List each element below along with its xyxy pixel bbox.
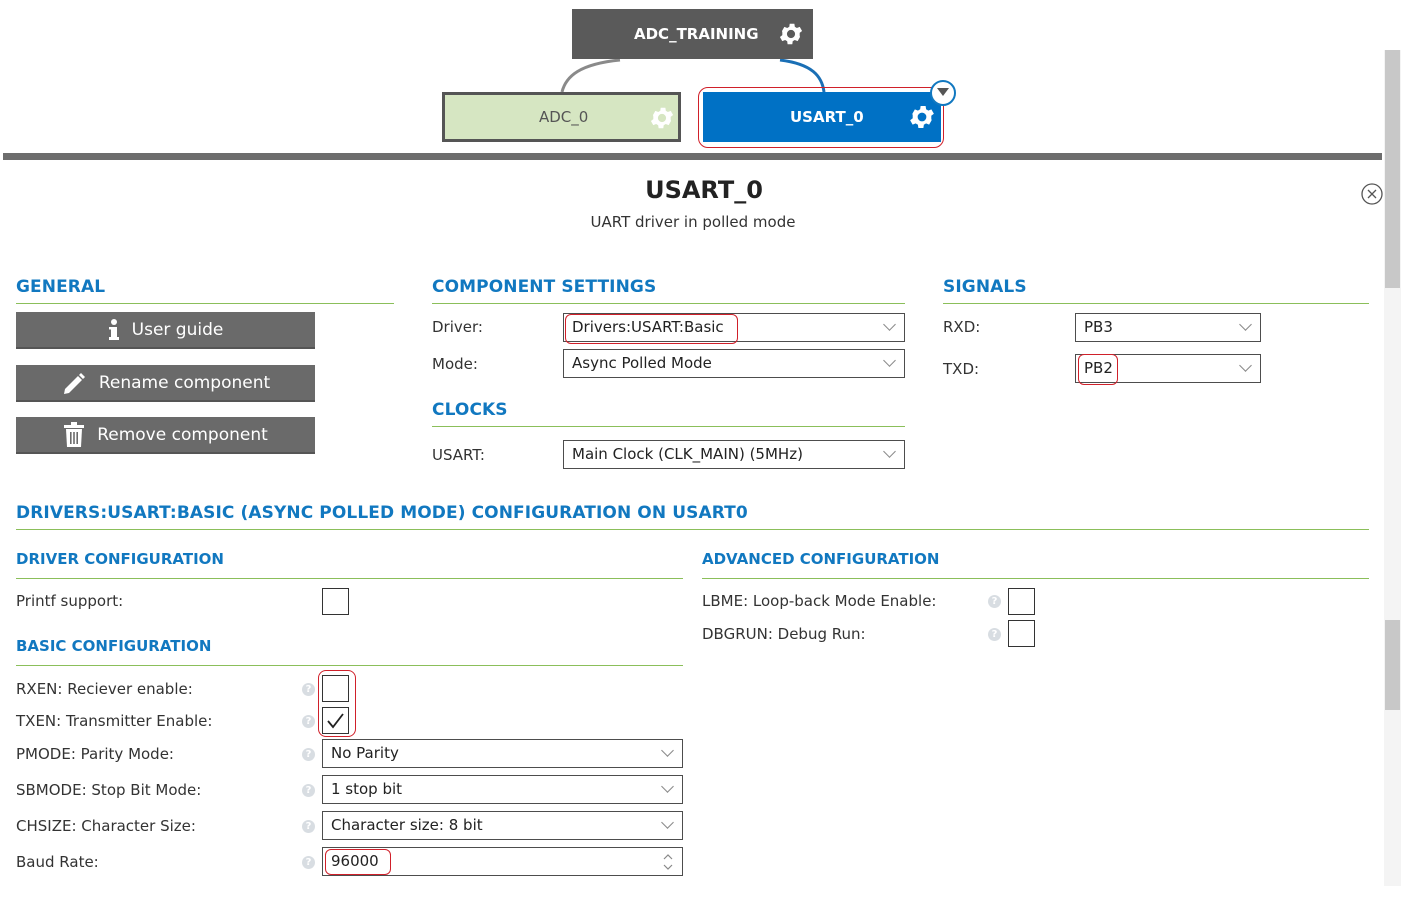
info-icon bbox=[108, 318, 119, 340]
usart-clock-select[interactable]: Main Clock (CLK_MAIN) (5MHz) bbox=[563, 440, 905, 469]
baud-rate-input[interactable]: 96000 bbox=[322, 847, 683, 876]
divider bbox=[432, 426, 905, 427]
lbme-checkbox[interactable] bbox=[1008, 588, 1035, 615]
chevron-down-icon bbox=[661, 780, 674, 793]
help-icon[interactable]: ? bbox=[302, 784, 315, 797]
rename-component-button[interactable]: Rename component bbox=[16, 365, 315, 402]
select-value: Character size: 8 bit bbox=[331, 816, 483, 834]
basic-configuration-heading: BASIC CONFIGURATION bbox=[16, 637, 212, 655]
divider bbox=[16, 303, 394, 304]
pmode-label: PMODE: Parity Mode: bbox=[16, 745, 174, 763]
help-icon[interactable]: ? bbox=[302, 683, 315, 696]
select-value: PB2 bbox=[1084, 359, 1113, 377]
scrollbar-thumb-bottom[interactable] bbox=[1385, 620, 1400, 710]
help-icon[interactable]: ? bbox=[302, 748, 315, 761]
baud-rate-label: Baud Rate: bbox=[16, 853, 99, 871]
divider bbox=[943, 303, 1369, 304]
checkmark-icon bbox=[327, 713, 344, 729]
component-settings-heading: COMPONENT SETTINGS bbox=[432, 277, 657, 297]
help-icon[interactable]: ? bbox=[302, 856, 315, 869]
rxd-label: RXD: bbox=[943, 318, 981, 336]
help-icon[interactable]: ? bbox=[302, 715, 315, 728]
dbgrun-label: DBGRUN: Debug Run: bbox=[702, 625, 866, 643]
sbmode-select[interactable]: 1 stop bit bbox=[322, 775, 683, 804]
page-title: USART_0 bbox=[645, 176, 763, 204]
chevron-down-icon bbox=[1239, 318, 1252, 331]
lbme-label: LBME: Loop-back Mode Enable: bbox=[702, 592, 937, 610]
txd-select[interactable]: PB2 bbox=[1075, 354, 1261, 383]
help-icon[interactable]: ? bbox=[302, 820, 315, 833]
button-label: User guide bbox=[131, 319, 224, 340]
help-icon[interactable]: ? bbox=[988, 595, 1001, 608]
node-label: USART_0 bbox=[790, 108, 864, 126]
divider bbox=[432, 303, 905, 304]
general-heading: GENERAL bbox=[16, 277, 106, 297]
pencil-icon bbox=[63, 372, 85, 394]
driver-label: Driver: bbox=[432, 318, 483, 336]
txd-label: TXD: bbox=[943, 360, 980, 378]
spinner-arrows-icon[interactable] bbox=[662, 851, 674, 873]
input-value: 96000 bbox=[331, 852, 379, 870]
driver-configuration-heading: DRIVER CONFIGURATION bbox=[16, 550, 224, 568]
node-label: ADC_0 bbox=[539, 108, 589, 126]
mode-label: Mode: bbox=[432, 355, 478, 373]
rxen-label: RXEN: Reciever enable: bbox=[16, 680, 193, 698]
usart-clock-label: USART: bbox=[432, 446, 485, 464]
node-adc-training[interactable]: ADC_TRAINING bbox=[572, 9, 813, 59]
chevron-down-icon bbox=[661, 816, 674, 829]
select-value: PB3 bbox=[1084, 318, 1113, 336]
close-icon[interactable] bbox=[1360, 182, 1384, 206]
clocks-heading: CLOCKS bbox=[432, 400, 508, 420]
select-value: Drivers:USART:Basic bbox=[572, 318, 724, 336]
page-subtitle: UART driver in polled mode bbox=[590, 213, 796, 231]
button-label: Remove component bbox=[97, 424, 268, 445]
sbmode-label: SBMODE: Stop Bit Mode: bbox=[16, 781, 202, 799]
select-value: No Parity bbox=[331, 744, 399, 762]
rxd-select[interactable]: PB3 bbox=[1075, 313, 1261, 342]
chevron-down-icon bbox=[883, 445, 896, 458]
collapse-toggle-icon[interactable] bbox=[929, 79, 957, 107]
txen-checkbox[interactable] bbox=[322, 707, 349, 734]
chevron-down-icon bbox=[1239, 359, 1252, 372]
divider bbox=[16, 529, 1369, 530]
divider bbox=[16, 578, 683, 579]
select-value: Async Polled Mode bbox=[572, 354, 712, 372]
txen-label: TXEN: Transmitter Enable: bbox=[16, 712, 213, 730]
rxen-checkbox[interactable] bbox=[322, 675, 349, 702]
button-label: Rename component bbox=[98, 372, 271, 393]
driver-select[interactable]: Drivers:USART:Basic bbox=[563, 313, 905, 342]
divider bbox=[702, 578, 1369, 579]
panel-divider[interactable] bbox=[3, 153, 1382, 160]
node-usart-0[interactable]: USART_0 bbox=[703, 92, 941, 142]
divider bbox=[16, 665, 683, 666]
node-adc-0[interactable]: ADC_0 bbox=[442, 92, 681, 142]
dbgrun-checkbox[interactable] bbox=[1008, 620, 1035, 647]
chsize-label: CHSIZE: Character Size: bbox=[16, 817, 196, 835]
trash-icon bbox=[64, 421, 85, 447]
chsize-select[interactable]: Character size: 8 bit bbox=[322, 811, 683, 840]
node-label: ADC_TRAINING bbox=[634, 25, 759, 43]
remove-component-button[interactable]: Remove component bbox=[16, 417, 315, 454]
gear-icon[interactable] bbox=[648, 104, 676, 132]
signals-heading: SIGNALS bbox=[943, 277, 1027, 297]
chevron-down-icon bbox=[883, 318, 896, 331]
mode-select[interactable]: Async Polled Mode bbox=[563, 349, 905, 378]
advanced-configuration-heading: ADVANCED CONFIGURATION bbox=[702, 550, 940, 568]
select-value: 1 stop bit bbox=[331, 780, 403, 798]
chevron-down-icon bbox=[883, 354, 896, 367]
user-guide-button[interactable]: User guide bbox=[16, 312, 315, 349]
select-value: Main Clock (CLK_MAIN) (5MHz) bbox=[572, 445, 803, 463]
printf-support-checkbox[interactable] bbox=[322, 588, 349, 615]
chevron-down-icon bbox=[661, 744, 674, 757]
gear-icon[interactable] bbox=[777, 20, 805, 48]
pmode-select[interactable]: No Parity bbox=[322, 739, 683, 768]
printf-support-label: Printf support: bbox=[16, 592, 124, 610]
scrollbar-thumb-top[interactable] bbox=[1385, 50, 1400, 288]
configuration-heading: DRIVERS:USART:BASIC (ASYNC POLLED MODE) … bbox=[16, 503, 748, 523]
help-icon[interactable]: ? bbox=[988, 628, 1001, 641]
